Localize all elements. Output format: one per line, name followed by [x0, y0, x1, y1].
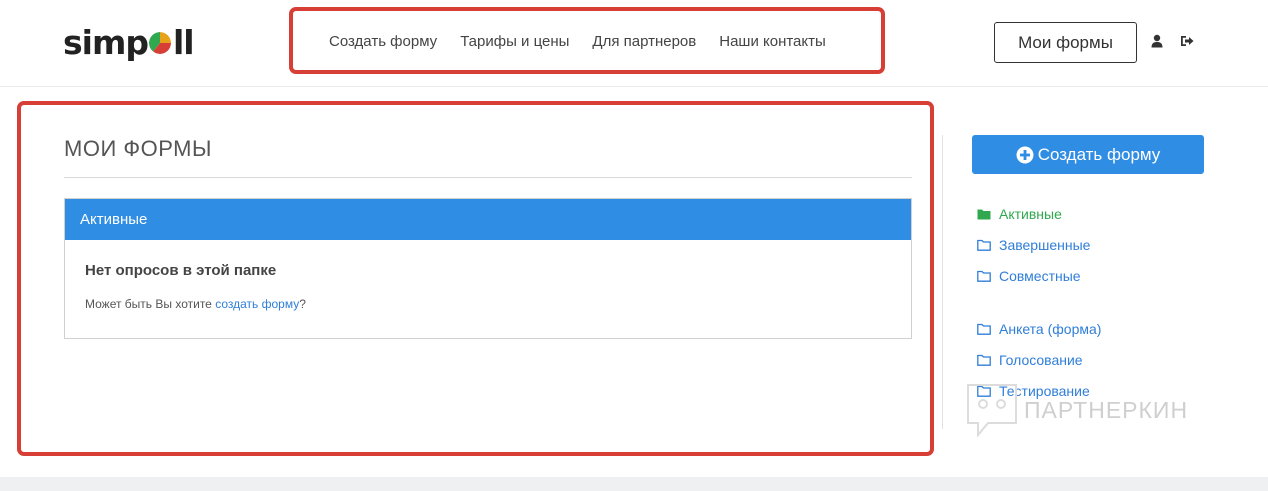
footer-strip	[0, 477, 1268, 491]
sidebar-type-label: Анкета (форма)	[999, 321, 1102, 337]
folder-icon	[977, 323, 991, 335]
nav-highlight-frame	[289, 7, 885, 74]
watermark-chat-icon	[967, 384, 1017, 437]
watermark: ПАРТНЕРКИН	[966, 383, 1188, 437]
sign-out-icon[interactable]	[1180, 34, 1194, 48]
folder-icon	[977, 270, 991, 282]
logo-text-start: simp	[63, 22, 149, 62]
sidebar-type-voting[interactable]: Голосование	[977, 352, 1083, 368]
my-forms-button[interactable]: Мои формы	[994, 22, 1137, 63]
sidebar-folder-label: Активные	[999, 206, 1062, 222]
simpoll-logo[interactable]: simp ll	[63, 22, 195, 62]
logo-pie-icon	[149, 32, 171, 54]
folder-filled-icon	[977, 209, 991, 220]
create-form-label: Создать форму	[1037, 144, 1161, 164]
sidebar-folder-shared[interactable]: Совместные	[977, 268, 1081, 284]
sidebar-type-label: Голосование	[999, 352, 1083, 368]
sidebar-folder-label: Совместные	[999, 268, 1081, 284]
sidebar-divider	[942, 135, 943, 429]
plus-circle-icon	[1016, 146, 1034, 163]
main-highlight-frame	[17, 101, 934, 456]
watermark-text: ПАРТНЕРКИН	[1024, 396, 1189, 423]
sidebar-folder-label: Завершенные	[999, 237, 1091, 253]
sidebar-folder-completed[interactable]: Завершенные	[977, 237, 1090, 253]
sidebar-folder-active[interactable]: Активные	[977, 206, 1062, 222]
sidebar-type-survey[interactable]: Анкета (форма)	[977, 321, 1101, 337]
user-icon[interactable]	[1150, 34, 1164, 48]
folder-icon	[977, 354, 991, 366]
folder-icon	[977, 239, 991, 251]
logo-text-end: ll	[172, 22, 195, 62]
create-form-button[interactable]: Создать форму	[972, 135, 1204, 174]
